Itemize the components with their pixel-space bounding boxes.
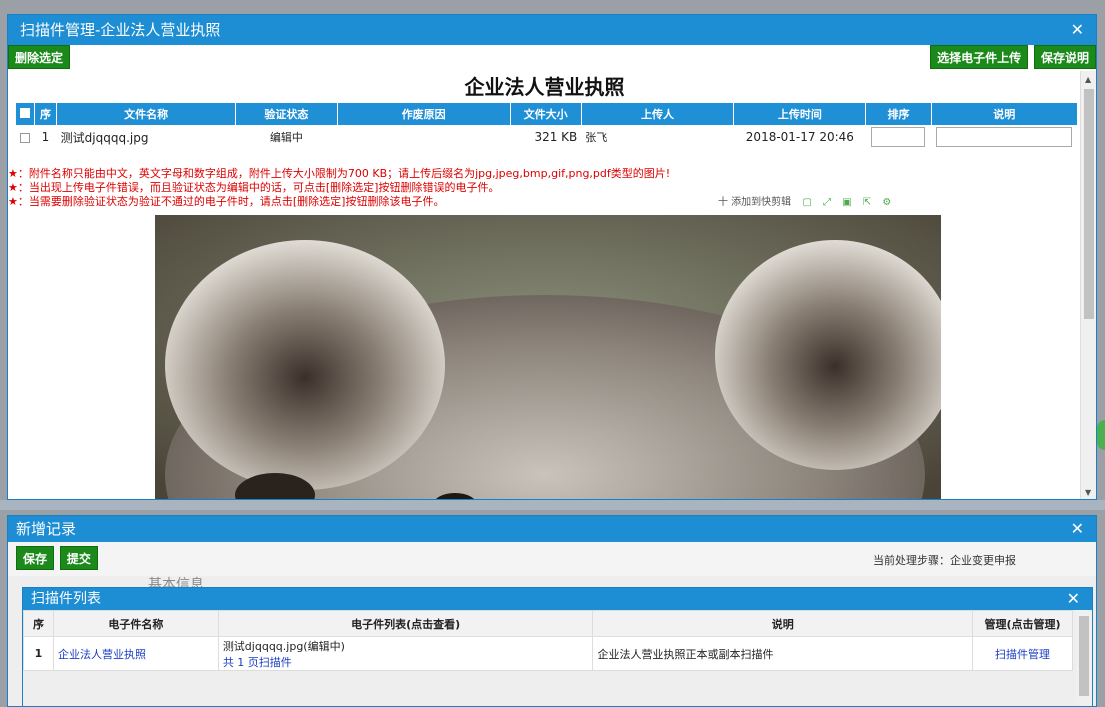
koala-photo [155,215,941,499]
fullscreen-icon[interactable]: ⤢ [823,197,831,208]
scan-manage-link[interactable]: 扫描件管理 [995,648,1050,661]
save-button[interactable]: 保存 [16,546,55,570]
scan-dialog-title: 扫描件管理-企业法人营业执照 [20,21,221,39]
col-seq: 序 [34,103,58,125]
desc-input-cell [931,125,1077,149]
scrollbar-thumb[interactable] [1084,89,1094,319]
description-input[interactable] [936,127,1073,147]
sort-input[interactable] [871,127,926,147]
scan-content-area: 企业法人营业执照 序 文件名称 验证状态 作废原因 文件大小 上传人 上传时间 … [8,71,1081,499]
col-name: 电子件名称 [52,610,219,637]
scan-scrollbar[interactable]: ▲ ▼ [1080,71,1096,499]
close-icon[interactable]: ✕ [1071,15,1084,45]
save-description-button[interactable]: 保存说明 [1033,45,1096,69]
scroll-down-icon[interactable]: ▼ [1085,488,1091,497]
new-record-toolbar: 保存 提交 当前处理步骤：企业变更申报 [8,542,1096,576]
col-desc: 说明 [592,610,974,637]
col-file-list: 电子件列表(点击查看) [217,610,594,637]
save-icon[interactable]: ▣ [842,197,851,208]
note-1: ★：附件名称只能由中文，英文字母和数字组成，附件上传大小限制为700 KB；请上… [8,167,671,180]
col-manage: 管理(点击管理) [972,610,1073,637]
note-2: ★：当出现上传电子件错误，而且验证状态为编辑中的话，可点击[删除选定]按钮删除错… [8,181,500,194]
settings-icon[interactable]: ⚙ [882,197,891,208]
scan-list-title: 扫描件列表 [31,591,101,607]
file-table: 序 文件名称 验证状态 作废原因 文件大小 上传人 上传时间 排序 说明 1 测… [16,103,1079,149]
scanned-image-preview[interactable] [155,215,941,499]
table-row: 1 企业法人营业执照 测试djqqqq.jpg(编辑中) 共 1 页扫描件 企业… [23,636,1073,671]
col-uploader: 上传人 [581,103,735,125]
document-title: 企业法人营业执照 [464,75,625,99]
select-all-checkbox[interactable] [16,103,35,125]
scroll-up-icon[interactable]: ▲ [1085,75,1091,84]
row-status: 编辑中 [269,131,303,144]
scan-management-dialog: 扫描件管理-企业法人营业执照 ✕ 删除选定 选择电子件上传 保存说明 企业法人营… [7,14,1097,500]
col-size: 文件大小 [510,103,582,125]
col-sort: 排序 [865,103,932,125]
note-3: ★：当需要删除验证状态为验证不通过的电子件时，请点击[删除选定]按钮删除该电子件… [8,195,445,208]
add-to-clip-button[interactable]: 十 添加到快剪辑 [718,193,791,208]
sort-input-cell [866,125,931,149]
scan-toolbar: 删除选定 选择电子件上传 保存说明 [8,45,1096,71]
close-icon[interactable]: ✕ [1071,516,1084,542]
row-seq: 1 [23,636,54,671]
scan-dialog-titlebar[interactable]: 扫描件管理-企业法人营业执照 ✕ [8,15,1096,45]
row-manage-cell: 扫描件管理 [972,636,1073,671]
pages-link[interactable]: 共 1 页扫描件 [223,654,589,670]
file-table-header: 序 文件名称 验证状态 作废原因 文件大小 上传人 上传时间 排序 说明 [16,103,1079,125]
row-checkbox[interactable] [16,125,34,149]
document-name-link[interactable]: 企业法人营业执照 [58,648,146,661]
row-time: 2018-01-17 20:46 [745,130,854,144]
col-status: 验证状态 [235,103,338,125]
share-icon[interactable]: ⇱ [863,197,871,208]
row-desc: 企业法人营业执照正本或副本扫描件 [592,636,974,671]
backdrop [0,500,1105,510]
table-row: 1 测试djqqqq.jpg 编辑中 321 KB 张飞 2018-01-17 … [16,125,1078,149]
col-time: 上传时间 [733,103,867,125]
scrollbar-thumb[interactable] [1079,616,1089,696]
select-upload-button[interactable]: 选择电子件上传 [930,45,1029,69]
upload-notes: ★：附件名称只能由中文，英文字母和数字组成，附件上传大小限制为700 KB；请上… [8,167,670,209]
row-seq: 1 [41,130,50,144]
side-float-button[interactable] [1097,420,1105,450]
close-icon[interactable]: ✕ [1067,588,1080,610]
image-viewer-toolbar: 十 添加到快剪辑 ▢ ⤢ ▣ ⇱ ⚙ [718,193,948,213]
new-record-title: 新增记录 [16,520,77,538]
row-file-cell: 测试djqqqq.jpg(编辑中) 共 1 页扫描件 [217,636,594,671]
row-name-cell: 企业法人营业执照 [52,636,219,671]
col-filename: 文件名称 [56,103,237,125]
scan-list-table: 序 电子件名称 电子件列表(点击查看) 说明 管理(点击管理) 1 企业法人营业… [23,610,1073,671]
file-entry: 测试djqqqq.jpg(编辑中) [222,639,345,653]
row-reason [337,125,510,149]
col-reason: 作废原因 [337,103,511,125]
col-seq: 序 [23,610,54,637]
new-record-dialog: 新增记录 ✕ 保存 提交 当前处理步骤：企业变更申报 基本信息 扫描件列表 ✕ … [7,515,1097,707]
row-size: 321 KB [534,130,578,144]
scan-list-dialog: 扫描件列表 ✕ 序 电子件名称 电子件列表(点击查看) 说明 管理(点击管理) … [22,587,1093,706]
current-step-label: 当前处理步骤：企业变更申报 [873,554,1016,567]
row-uploader: 张飞 [585,131,608,144]
scan-list-titlebar[interactable]: 扫描件列表 ✕ [23,588,1092,610]
new-record-titlebar[interactable]: 新增记录 ✕ [8,516,1096,542]
delete-selected-button[interactable]: 删除选定 [8,45,71,69]
row-filename: 测试djqqqq.jpg [60,130,149,145]
fit-icon[interactable]: ▢ [802,197,811,208]
scan-list-scrollbar[interactable] [1076,610,1092,706]
scan-list-header: 序 电子件名称 电子件列表(点击查看) 说明 管理(点击管理) [23,610,1073,637]
col-desc: 说明 [931,103,1079,125]
submit-button[interactable]: 提交 [59,546,98,570]
